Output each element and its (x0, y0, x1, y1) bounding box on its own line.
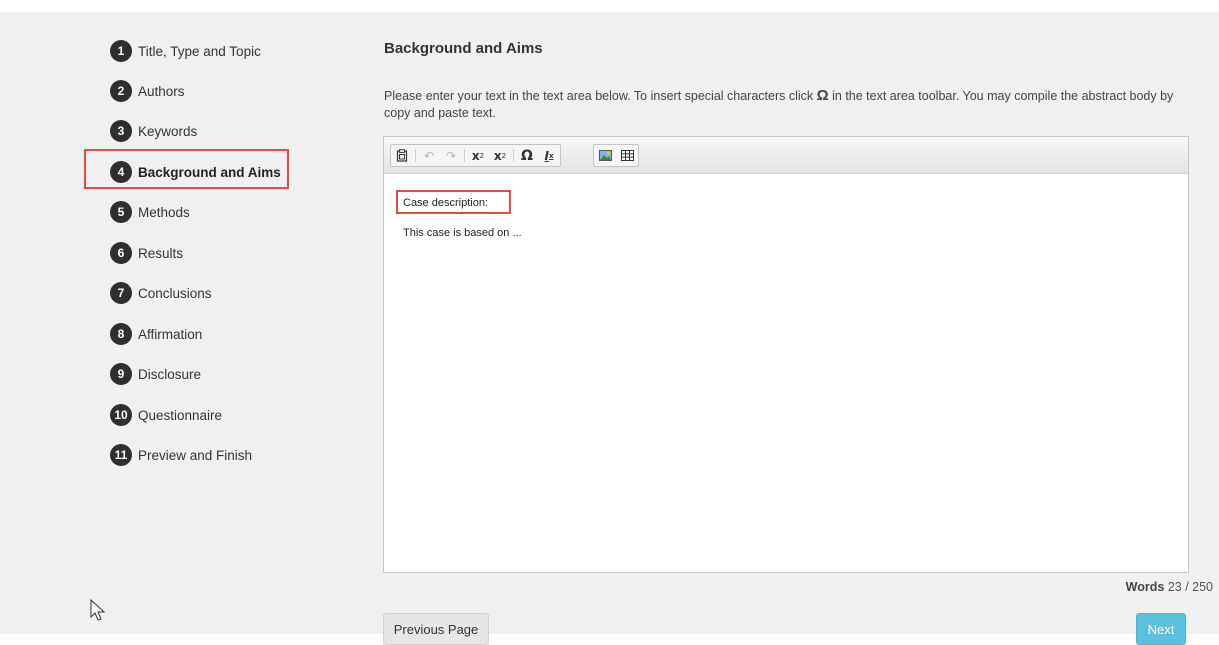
step-number: 11 (110, 444, 132, 466)
step-number: 9 (110, 363, 132, 385)
undo-icon[interactable]: ↶ (418, 146, 440, 165)
step-number: 4 (110, 161, 132, 183)
next-button[interactable]: Next (1136, 613, 1186, 645)
step-label: Methods (138, 204, 190, 220)
toolbar-separator (415, 149, 416, 162)
table-icon[interactable] (616, 146, 638, 165)
step-keywords[interactable]: 3 Keywords (110, 119, 197, 143)
toolbar-group-format: ↶ ↷ x2 x2 Ω Ix (390, 144, 561, 167)
abstract-editor: ↶ ↷ x2 x2 Ω Ix Case description: This ca… (383, 136, 1189, 573)
step-label: Questionnaire (138, 407, 223, 423)
toolbar-group-insert (593, 144, 639, 167)
step-disclosure[interactable]: 9 Disclosure (110, 362, 201, 386)
editor-line[interactable]: Case description: (403, 197, 488, 209)
omega-symbol: Ω (816, 87, 829, 104)
toolbar-separator (464, 149, 465, 162)
step-results[interactable]: 6 Results (110, 241, 183, 265)
remove-format-icon[interactable]: Ix (538, 146, 560, 165)
omega-icon[interactable]: Ω (516, 146, 538, 165)
step-affirmation[interactable]: 8 Affirmation (110, 322, 202, 346)
word-count: Words 23 / 250 (1126, 580, 1213, 594)
step-number: 6 (110, 242, 132, 264)
step-questionnaire[interactable]: 10 Questionnaire (110, 403, 222, 427)
redo-icon[interactable]: ↷ (440, 146, 462, 165)
step-methods[interactable]: 5 Methods (110, 200, 190, 224)
clipboard-icon[interactable] (391, 146, 413, 165)
step-title-type-topic[interactable]: 1 Title, Type and Topic (110, 39, 261, 63)
image-icon[interactable] (594, 146, 616, 165)
step-number: 7 (110, 282, 132, 304)
mouse-cursor-icon (90, 598, 106, 626)
step-number: 5 (110, 201, 132, 223)
step-preview-and-finish[interactable]: 11 Preview and Finish (110, 443, 252, 467)
toolbar-separator (513, 149, 514, 162)
word-count-value: 23 / 250 (1167, 580, 1213, 594)
step-label: Affirmation (138, 326, 203, 342)
instructions-before: Please enter your text in the text area … (384, 89, 817, 103)
section-title: Background and Aims (384, 40, 543, 57)
step-label: Title, Type and Topic (138, 43, 261, 59)
step-label: Disclosure (138, 366, 202, 382)
word-count-label: Words (1125, 580, 1165, 594)
subscript-icon[interactable]: x2 (467, 146, 489, 165)
step-number: 2 (110, 80, 132, 102)
step-label: Conclusions (138, 285, 212, 301)
editor-toolbar: ↶ ↷ x2 x2 Ω Ix (384, 137, 1188, 174)
step-label: Background and Aims (138, 164, 281, 180)
step-background-and-aims[interactable]: 4 Background and Aims (110, 160, 281, 184)
superscript-icon[interactable]: x2 (489, 146, 511, 165)
form-panel: 1 Title, Type and Topic 2 Authors 3 Keyw… (0, 12, 1219, 645)
step-conclusions[interactable]: 7 Conclusions (110, 281, 212, 305)
step-label: Results (138, 245, 184, 261)
step-number: 8 (110, 323, 132, 345)
step-number: 1 (110, 40, 132, 62)
step-label: Preview and Finish (138, 447, 253, 463)
step-number: 10 (110, 404, 132, 426)
step-label: Authors (138, 83, 185, 99)
step-label: Keywords (138, 123, 198, 139)
step-number: 3 (110, 120, 132, 142)
instructions-text: Please enter your text in the text area … (384, 87, 1174, 122)
step-authors[interactable]: 2 Authors (110, 79, 185, 103)
previous-page-button[interactable]: Previous Page (383, 613, 489, 645)
editor-line[interactable]: This case is based on ... (403, 227, 522, 239)
